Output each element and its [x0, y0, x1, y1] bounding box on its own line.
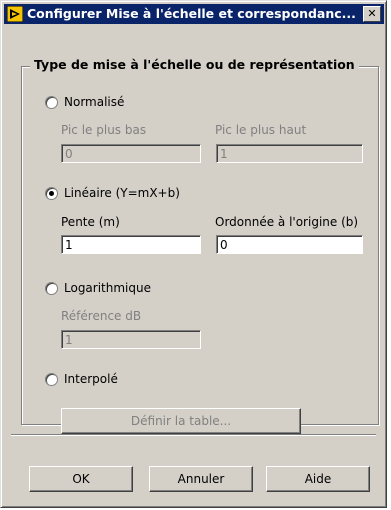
low-peak-field[interactable]: 0 — [61, 144, 201, 163]
button-separator — [11, 434, 376, 436]
radio-normalise-dot[interactable] — [45, 95, 58, 109]
title-bar[interactable]: Configurer Mise à l'échelle et correspon… — [4, 4, 384, 24]
low-peak-label: Pic le plus bas — [61, 123, 147, 137]
radio-lineaire-dot[interactable] — [45, 186, 58, 200]
high-peak-field[interactable]: 1 — [216, 144, 363, 163]
radio-lineaire-label: Linéaire (Y=mX+b) — [64, 186, 180, 200]
db-reference-label: Référence dB — [61, 309, 142, 323]
radio-interpole-dot[interactable] — [45, 372, 58, 386]
radio-interpole-label: Interpolé — [64, 372, 118, 386]
radio-interpole[interactable]: Interpolé — [45, 372, 118, 386]
intercept-field[interactable]: 0 — [216, 235, 363, 254]
radio-logarithmique[interactable]: Logarithmique — [45, 281, 151, 295]
slope-field[interactable]: 1 — [61, 235, 201, 254]
group-title: Type de mise à l'échelle ou de représent… — [30, 57, 359, 72]
radio-logarithmique-dot[interactable] — [45, 281, 58, 295]
high-peak-label: Pic le plus haut — [215, 123, 307, 137]
window-title: Configurer Mise à l'échelle et correspon… — [27, 6, 356, 21]
db-reference-field[interactable]: 1 — [61, 330, 201, 349]
radio-normalise-label: Normalisé — [64, 95, 125, 109]
help-button[interactable]: Aide — [266, 466, 370, 492]
cancel-button[interactable]: Annuler — [149, 466, 253, 492]
radio-logarithmique-label: Logarithmique — [64, 281, 151, 295]
dialog-window: Configurer Mise à l'échelle et correspon… — [0, 0, 387, 508]
intercept-label: Ordonnée à l'origine (b) — [215, 215, 359, 229]
radio-normalise[interactable]: Normalisé — [45, 95, 124, 109]
radio-lineaire[interactable]: Linéaire (Y=mX+b) — [45, 186, 180, 200]
define-table-button[interactable]: Définir la table... — [61, 408, 301, 434]
labview-icon — [7, 6, 23, 22]
slope-label: Pente (m) — [61, 215, 120, 229]
close-button[interactable]: ✕ — [363, 6, 381, 22]
ok-button[interactable]: OK — [29, 466, 133, 492]
